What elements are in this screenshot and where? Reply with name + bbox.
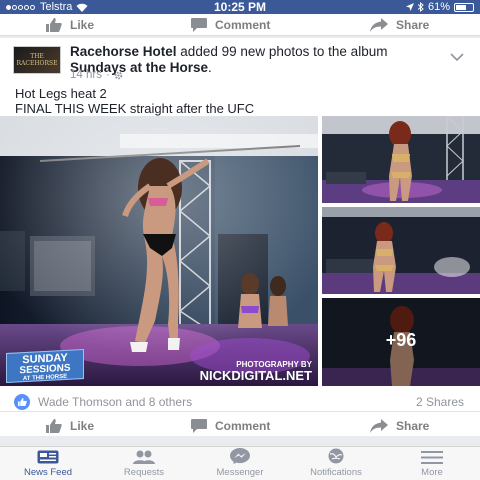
news-feed-icon [37, 450, 59, 464]
tab-news-feed-label: News Feed [23, 467, 73, 478]
watermark-line-2: NICKDIGITAL.NET [199, 368, 312, 383]
side-photo-1-image [322, 116, 480, 203]
prev-like-button[interactable]: Like [46, 14, 94, 35]
tab-more[interactable]: More [384, 447, 480, 480]
avatar-logo-text: THE RACEHORSE [16, 53, 58, 67]
tab-news-feed[interactable]: News Feed [0, 447, 96, 480]
reactions-bar: Wade Thomson and 8 others 2 Shares [0, 390, 480, 412]
author-link[interactable]: Racehorse Hotel [70, 44, 177, 59]
side-photo-1[interactable] [322, 116, 480, 203]
post-time[interactable]: 14 hrs [70, 69, 102, 81]
more-photos-count: +96 [385, 330, 417, 350]
share-button[interactable]: Share [370, 414, 429, 438]
comment-button[interactable]: Comment [191, 414, 270, 438]
meta-separator: · [105, 69, 110, 81]
battery-percent: 61% [427, 1, 450, 13]
prev-share-button[interactable]: Share [370, 14, 429, 35]
main-photo[interactable]: SUNDAY SESSIONS AT THE HORSE PHOTOGRAPHY… [0, 116, 318, 386]
bluetooth-icon [417, 2, 424, 12]
tab-requests[interactable]: Requests [96, 447, 192, 480]
like-button[interactable]: Like [46, 414, 94, 438]
battery-fill [456, 4, 466, 10]
share-count[interactable]: 2 Shares [416, 395, 464, 409]
status-bar: Telstra 10:25 PM 61% [0, 0, 480, 14]
side-photo-3[interactable]: +96 [322, 298, 480, 386]
post-text-line-2: FINAL THIS WEEK straight after the UFC [15, 101, 255, 116]
photographer-watermark: PHOTOGRAPHY BY NICKDIGITAL.NET [200, 360, 312, 383]
thumbs-up-icon [46, 419, 62, 433]
prev-like-label: Like [70, 17, 95, 32]
main-photo-image [0, 116, 318, 386]
album-suffix: . [208, 60, 212, 75]
bottom-tab-bar: News Feed Requests Messenger Notificatio… [0, 446, 480, 480]
post-text: Hot Legs heat 2 FINAL THIS WEEK straight… [15, 86, 254, 116]
page-avatar[interactable]: THE RACEHORSE [13, 46, 61, 74]
prev-comment-label: Comment [215, 17, 271, 32]
battery-icon [454, 2, 474, 12]
share-icon [370, 17, 388, 32]
share-label: Share [396, 419, 430, 433]
sunday-sessions-logo: SUNDAY SESSIONS AT THE HORSE [6, 348, 84, 384]
requests-icon [133, 450, 155, 464]
post-options-chevron-icon[interactable] [450, 48, 464, 66]
share-icon [370, 419, 388, 433]
post-text-line-1: Hot Legs heat 2 [15, 86, 107, 101]
tab-messenger[interactable]: Messenger [192, 447, 288, 480]
gear-icon [114, 71, 123, 79]
side-photo-2-image [322, 207, 480, 294]
tab-requests-label: Requests [123, 467, 165, 478]
post-header: Racehorse Hotel added 99 new photos to t… [70, 44, 440, 76]
tab-notifications-label: Notifications [310, 467, 362, 478]
previous-post-actions: Like Comment Share [0, 14, 480, 36]
tab-more-label: More [421, 467, 443, 478]
prev-comment-button[interactable]: Comment [191, 14, 270, 35]
comment-icon [191, 419, 207, 433]
thumbs-up-icon [46, 17, 62, 32]
tab-messenger-label: Messenger [216, 467, 264, 478]
like-label: Like [70, 419, 95, 433]
tab-notifications[interactable]: Notifications [288, 447, 384, 480]
more-icon [421, 451, 443, 464]
notifications-icon [328, 448, 344, 464]
status-right-group: 61% [405, 1, 474, 13]
post-action-text: added 99 new photos to the album [176, 44, 388, 59]
comment-icon [191, 17, 207, 32]
prev-share-label: Share [396, 17, 430, 32]
side-photo-2[interactable] [322, 207, 480, 294]
messenger-icon [230, 448, 250, 464]
like-reaction-icon [14, 394, 30, 410]
post-actions: Like Comment Share [0, 414, 480, 438]
comment-label: Comment [215, 419, 271, 433]
location-arrow-icon [405, 3, 414, 11]
reaction-names[interactable]: Wade Thomson and 8 others [38, 395, 192, 409]
post-card: THE RACEHORSE Racehorse Hotel added 99 n… [0, 38, 480, 436]
post-meta: 14 hrs · [70, 69, 123, 81]
